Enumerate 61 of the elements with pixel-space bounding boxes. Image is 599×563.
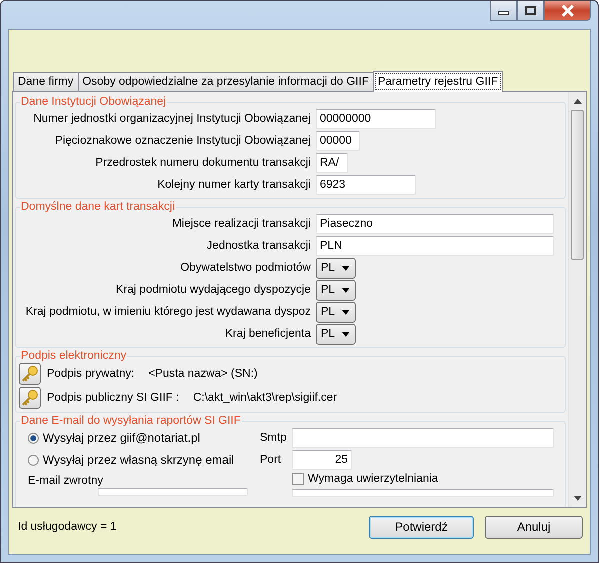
field-label: Miejsce realizacji transakcji [171, 218, 312, 230]
field-label: Numer jednostki organizacyjnej Instytucji Obowiązanej [32, 113, 312, 125]
scroll-down-icon [574, 496, 582, 501]
close-icon [560, 4, 574, 16]
caret-icon [342, 310, 350, 314]
group-title: Podpis elektroniczny [20, 350, 128, 362]
input-field[interactable] [292, 428, 554, 448]
close-button[interactable] [544, 1, 591, 21]
key-button[interactable] [19, 363, 41, 385]
group-title: Dane Instytucji Obowiązanej [20, 96, 168, 108]
radio-option[interactable]: Wysyłaj przez giif@notariat.pl [28, 427, 260, 449]
maximize-button[interactable] [517, 1, 544, 21]
scroll-thumb[interactable] [571, 110, 584, 260]
dropdown[interactable]: PL [316, 280, 356, 300]
dialog-button[interactable]: Potwierdź [369, 516, 474, 538]
field-label: Port [260, 454, 282, 466]
caret-icon [342, 266, 350, 270]
field-label: Przedrostek numeru dokumentu transakcji [94, 157, 312, 169]
field-label: Pięcioznakowe oznaczenie Instytucji Obowiązanej [54, 135, 312, 147]
checkbox-option[interactable]: Wymaga uwierzytelniania [292, 471, 565, 487]
group-title: Dane E-mail do wysyłania raportów SI GIIF [20, 415, 242, 427]
field-label: E-mail zwrotny [28, 474, 104, 488]
field-label: Obywatelstwo podmiotów [180, 262, 312, 274]
input-field[interactable]: 00000000 [316, 109, 436, 129]
signature-value: C:\akt_win\akt3\rep\sigiif.cer [193, 392, 338, 404]
signature-label: Podpis publiczny SI GIIF : [47, 392, 180, 404]
radio-option[interactable]: Wysyłaj przez własną skrzynę email [28, 449, 260, 471]
field-label: Kraj podmiotu, w imieniu którego jest wydawana dyspoz [24, 306, 312, 318]
input-field[interactable]: RA/ [316, 153, 348, 173]
input-field[interactable]: 6923 [316, 175, 416, 195]
maximize-icon [524, 6, 536, 16]
input-field[interactable]: PLN [316, 236, 554, 256]
caret-icon [342, 332, 350, 336]
dropdown[interactable]: PL [316, 302, 356, 322]
dropdown[interactable]: PL [316, 324, 356, 344]
dialog-button[interactable]: Anuluj [485, 516, 583, 538]
input-field[interactable] [98, 488, 248, 496]
scrollbar[interactable] [568, 92, 586, 507]
field-label: Kraj podmiotu wydającego dyspozycje [115, 284, 312, 296]
key-icon [21, 389, 39, 407]
input-field[interactable]: 00000 [316, 131, 360, 151]
field-label: Jednostka transakcji [206, 240, 312, 252]
input-field[interactable]: 25 [292, 450, 352, 470]
scroll-up-icon [574, 99, 582, 104]
signature-label: Podpis prywatny: [47, 368, 135, 380]
tab[interactable]: Parametry rejestru GIIF [372, 71, 504, 92]
provider-id-text: Id usługodawcy = 1 [18, 521, 118, 533]
tab[interactable]: Dane firmy [13, 72, 79, 91]
key-icon [21, 365, 39, 383]
signature-value: <Pusta nazwa> (SN:) [148, 368, 258, 380]
caret-icon [342, 288, 350, 292]
dropdown[interactable]: PL [316, 258, 356, 278]
tab[interactable]: Osoby odpowiedzialne za przesylanie informacji do GIIF [78, 72, 374, 91]
field-label: Kraj beneficjenta [224, 328, 312, 340]
group-title: Domyślne dane kart transakcji [20, 201, 176, 213]
field-label: Kolejny numer karty transakcji [156, 179, 312, 191]
minimize-button[interactable] [490, 1, 517, 21]
key-button[interactable] [19, 387, 41, 409]
input-field[interactable]: Piaseczno [316, 214, 554, 234]
field-label: Smtp [260, 432, 288, 444]
input-field[interactable] [292, 489, 554, 497]
